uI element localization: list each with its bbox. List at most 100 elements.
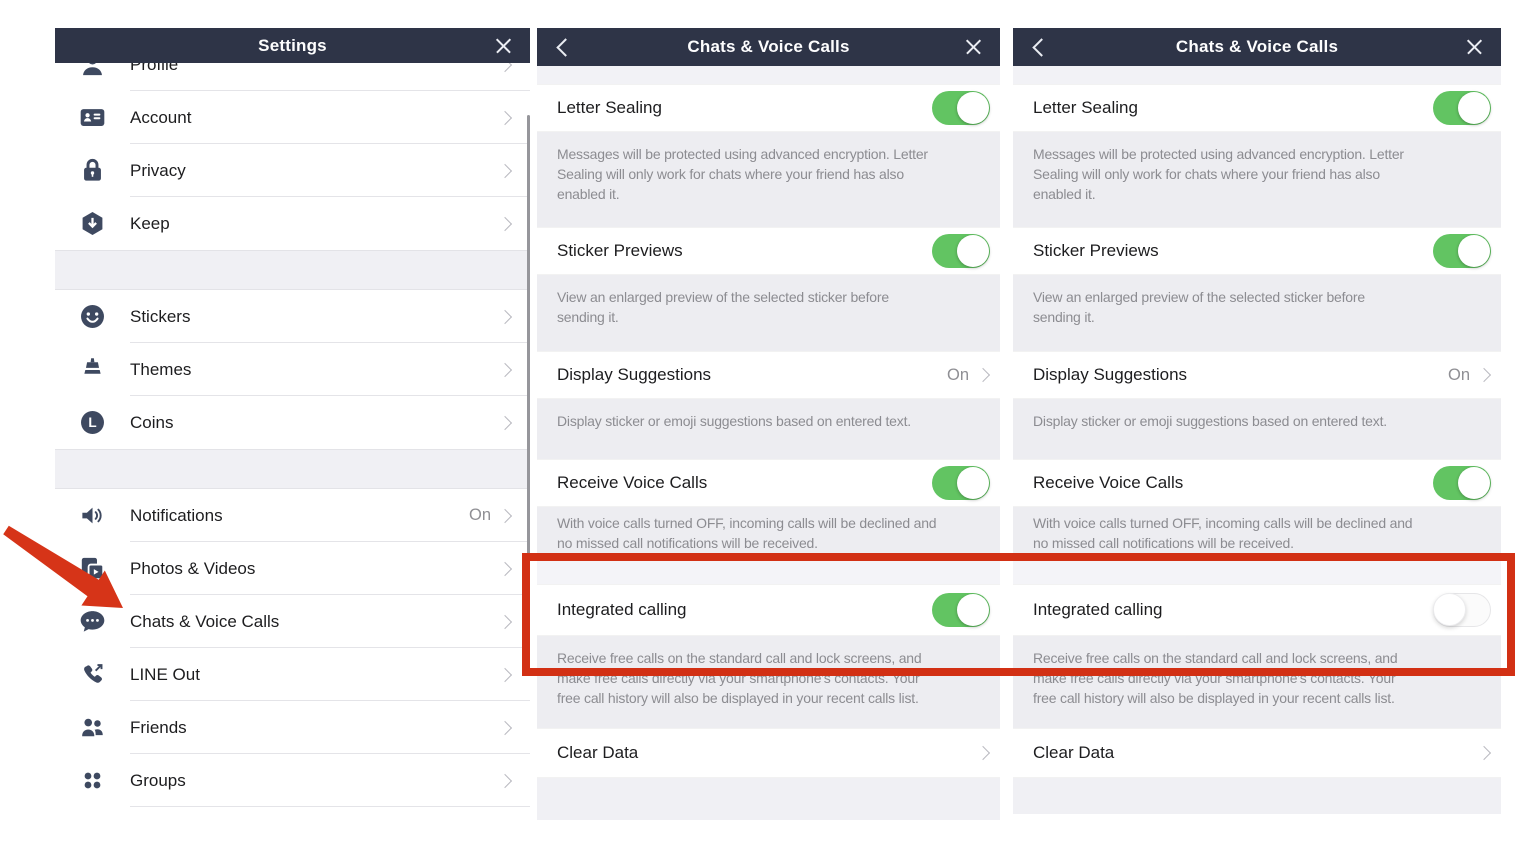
receive-voice-calls-description: With voice calls turned OFF, incoming ca…: [1013, 507, 1501, 555]
close-icon: [1466, 39, 1483, 56]
receive-voice-calls-toggle[interactable]: [1433, 466, 1491, 500]
section-divider: [537, 66, 1000, 84]
toggle-knob: [1458, 92, 1490, 124]
account-card-icon: [55, 104, 130, 131]
integrated-calling-toggle[interactable]: [932, 593, 990, 627]
toggle-knob: [1458, 235, 1490, 267]
sidebar-item-account[interactable]: Account: [55, 91, 530, 144]
sidebar-item-label: Friends: [130, 718, 187, 738]
toggle-knob: [957, 92, 989, 124]
settings-list: Profile Account Privacy: [55, 63, 530, 820]
chats-header: Chats & Voice Calls: [537, 28, 1000, 66]
sticker-previews-toggle[interactable]: [932, 234, 990, 268]
chevron-right-icon: [498, 309, 512, 323]
section-divider: [1013, 66, 1501, 84]
sidebar-item-privacy[interactable]: Privacy: [55, 144, 530, 197]
speaker-icon: [55, 502, 130, 529]
sidebar-item-label: Coins: [130, 413, 173, 433]
display-suggestions-row[interactable]: Display Suggestions On: [537, 351, 1000, 399]
display-suggestions-row[interactable]: Display Suggestions On: [1013, 351, 1501, 399]
clear-data-row[interactable]: Clear Data: [1013, 728, 1501, 778]
toggle-knob: [1458, 467, 1490, 499]
letter-sealing-row: Letter Sealing: [537, 84, 1000, 132]
chevron-right-icon: [498, 720, 512, 734]
chat-bubble-icon: [55, 608, 130, 635]
section-divider: [55, 250, 530, 290]
sidebar-item-photos-videos[interactable]: Photos & Videos: [55, 542, 530, 595]
sidebar-item-label: Notifications: [130, 506, 223, 526]
toggle-knob: [957, 235, 989, 267]
paintbrush-icon: [55, 356, 130, 383]
display-suggestions-description: Display sticker or emoji suggestions bas…: [1013, 399, 1501, 459]
letter-sealing-description: Messages will be protected using advance…: [1013, 132, 1501, 227]
close-button[interactable]: [1461, 39, 1487, 56]
sticker-previews-row: Sticker Previews: [1013, 227, 1501, 275]
keep-download-icon: [55, 210, 130, 237]
sidebar-item-label: Chats & Voice Calls: [130, 612, 279, 632]
back-icon: [556, 38, 574, 56]
receive-voice-calls-description: With voice calls turned OFF, incoming ca…: [537, 507, 1000, 555]
chevron-right-icon: [498, 216, 512, 230]
sidebar-item-label: Account: [130, 108, 191, 128]
sidebar-item-coins[interactable]: L Coins: [55, 396, 530, 449]
display-suggestions-description: Display sticker or emoji suggestions bas…: [537, 399, 1000, 459]
coin-icon: L: [55, 409, 130, 436]
sidebar-item-friends[interactable]: Friends: [55, 701, 530, 754]
toggle-knob: [957, 467, 989, 499]
chevron-right-icon: [498, 110, 512, 124]
receive-voice-calls-row: Receive Voice Calls: [1013, 459, 1501, 507]
receive-voice-calls-toggle[interactable]: [932, 466, 990, 500]
chevron-right-icon: [498, 415, 512, 429]
page-title: Chats & Voice Calls: [1053, 37, 1461, 57]
chevron-right-icon: [1477, 746, 1491, 760]
sticker-previews-toggle[interactable]: [1433, 234, 1491, 268]
chevron-right-icon: [498, 614, 512, 628]
notifications-value: On: [469, 506, 491, 525]
sidebar-item-chats-voice-calls[interactable]: Chats & Voice Calls: [55, 595, 530, 648]
sidebar-item-themes[interactable]: Themes: [55, 343, 530, 396]
integrated-calling-description: Receive free calls on the standard call …: [1013, 636, 1501, 728]
lock-icon: [55, 157, 130, 184]
back-icon: [1032, 38, 1050, 56]
line-settings-screenshot: Settings Profile Account: [0, 0, 1518, 844]
integrated-calling-row: Integrated calling: [1013, 584, 1501, 636]
chevron-right-icon: [498, 163, 512, 177]
sidebar-item-notifications[interactable]: Notifications On: [55, 489, 530, 542]
page-title: Chats & Voice Calls: [577, 37, 960, 57]
chevron-right-icon: [498, 561, 512, 575]
letter-sealing-toggle[interactable]: [1433, 91, 1491, 125]
friends-icon: [55, 714, 130, 741]
letter-sealing-toggle[interactable]: [932, 91, 990, 125]
sidebar-item-label: Stickers: [130, 307, 190, 327]
sticker-previews-row: Sticker Previews: [537, 227, 1000, 275]
close-icon: [965, 39, 982, 56]
toggle-knob: [957, 594, 989, 626]
sidebar-item-profile[interactable]: Profile: [55, 63, 530, 91]
close-button[interactable]: [490, 37, 516, 54]
close-button[interactable]: [960, 39, 986, 56]
profile-icon: [55, 63, 130, 78]
sidebar-item-stickers[interactable]: Stickers: [55, 290, 530, 343]
groups-icon: [55, 767, 130, 794]
clear-data-row[interactable]: Clear Data: [537, 728, 1000, 778]
scrollbar[interactable]: [527, 115, 530, 648]
chevron-right-icon: [976, 368, 990, 382]
back-button[interactable]: [551, 41, 577, 54]
integrated-calling-toggle[interactable]: [1433, 593, 1491, 627]
sidebar-item-groups[interactable]: Groups: [55, 754, 530, 807]
sidebar-item-label: Photos & Videos: [130, 559, 255, 579]
back-button[interactable]: [1027, 41, 1053, 54]
chevron-right-icon: [498, 63, 512, 72]
toggle-knob: [1433, 593, 1466, 626]
sidebar-item-timeline[interactable]: Timeline: [55, 807, 530, 820]
chats-header: Chats & Voice Calls: [1013, 28, 1501, 66]
display-suggestions-value: On: [947, 366, 969, 385]
section-divider: [537, 778, 1000, 820]
sidebar-item-keep[interactable]: Keep: [55, 197, 530, 250]
display-suggestions-value: On: [1448, 366, 1470, 385]
smiley-icon: [55, 303, 130, 330]
sidebar-item-line-out[interactable]: LINE Out: [55, 648, 530, 701]
sticker-previews-description: View an enlarged preview of the selected…: [1013, 275, 1501, 351]
letter-sealing-description: Messages will be protected using advance…: [537, 132, 1000, 227]
sidebar-item-label: Keep: [130, 214, 170, 234]
